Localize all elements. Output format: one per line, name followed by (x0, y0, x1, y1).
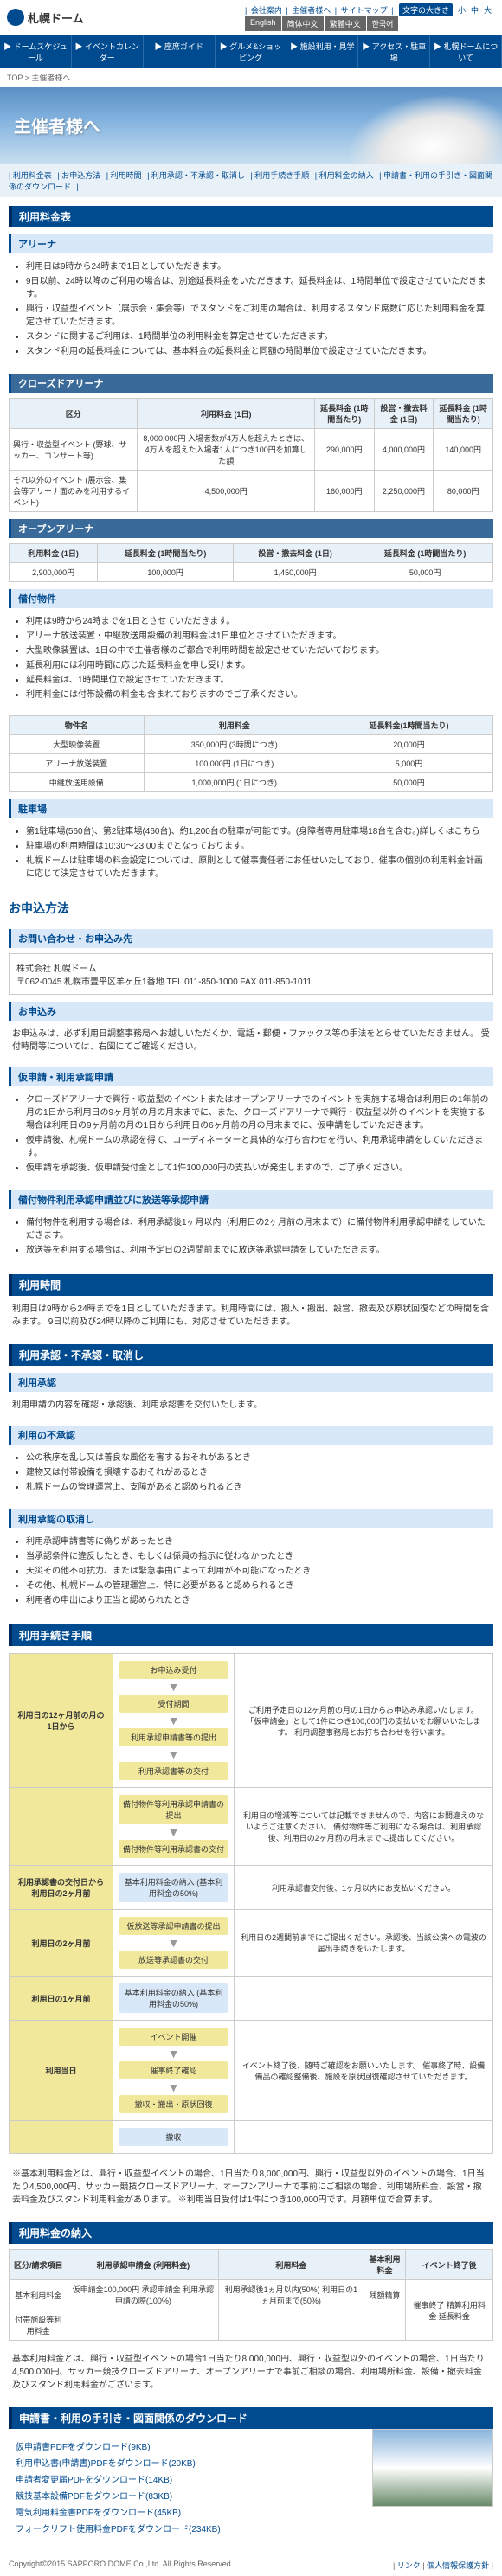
nav-gourmet[interactable]: ▶ グルメ&ショッピング (216, 35, 287, 68)
temp-title: 仮申請・利用承認申請 (9, 1067, 493, 1086)
arena-notes: 利用日は9時から24時まで1日としていただきます。9日以前、24時以降のご利用の… (26, 260, 490, 358)
flow-note: ※基本利用料金とは、興行・収益型イベントの場合、1日当たり8,000,000円、… (9, 2161, 493, 2214)
nav-schedule[interactable]: ▶ ドームスケジュール (0, 35, 72, 68)
dl-link-4[interactable]: 電気利用料金書PDFをダウンロード(45KB) (16, 2505, 357, 2518)
sec-fee: 利用料金表 (9, 206, 493, 227)
open-title: オープンアリーナ (9, 519, 493, 538)
link-sitemap[interactable]: サイトマップ (341, 6, 388, 15)
lang-sc[interactable]: 简体中文 (282, 16, 324, 31)
subnav: | 利用料金表 | お申込方法 | 利用時間 | 利用承認・不承認・取消し | … (0, 164, 502, 197)
arena-title: アリーナ (9, 234, 493, 253)
copyright: Copyright©2015 SAPPORO DOME Co.,Ltd. All… (9, 2560, 233, 2571)
subnav-fee[interactable]: 利用料金表 (13, 171, 52, 180)
approve-sub: 利用承認 (9, 1373, 493, 1392)
link-organizer[interactable]: 主催者様へ (292, 6, 331, 15)
dl-title: 申請書・利用の手引き・図面関係のダウンロード (9, 2407, 493, 2429)
cancel-sub: 利用承認の取消し (9, 1509, 493, 1528)
reject-sub: 利用の不承認 (9, 1426, 493, 1445)
font-med[interactable]: 中 (471, 4, 479, 16)
temp-notes: クローズドアリーナで興行・収益型のイベントまたはオープンアリーナでのイベントを実… (26, 1093, 490, 1175)
dome-photo (372, 2429, 493, 2507)
closed-title: クローズドアリーナ (9, 374, 493, 393)
annex-notes: 利用は9時から24時までを1日とさせていただきます。アリーナ放送装置・中継放送用… (26, 615, 490, 702)
dl-link-0[interactable]: 仮申請書PDFをダウンロード(9KB) (16, 2439, 357, 2452)
subnav-flow[interactable]: 利用手続き手順 (254, 171, 309, 180)
time-title: 利用時間 (9, 1274, 493, 1296)
approve-title: 利用承認・不承認・取消し (9, 1344, 493, 1366)
lang-tc[interactable]: 繁體中文 (325, 16, 366, 31)
payment-note: 基本利用料金とは、興行・収益型イベントの場合1日当たり8,000,000円、興行… (9, 2346, 493, 2399)
logo[interactable]: 札幌ドーム (7, 9, 84, 26)
logo-icon (7, 9, 24, 26)
reject-notes: 公の秩序を乱し又は善良な風俗を害するおそれがあるとき建物又は付帯設備を損壊するお… (26, 1451, 490, 1494)
payment-table: 区分/請求項目利用承認申請金 (利用料金)利用料金基本利用料金イベント終了後 基… (9, 2249, 493, 2341)
hero: 主催者様へ (0, 87, 502, 164)
footer-link-0[interactable]: リンク (397, 2561, 421, 2570)
nav-about[interactable]: ▶ 札幌ドームについて (430, 35, 502, 68)
contact-title: お問い合わせ・お申込み先 (9, 929, 493, 948)
approve-text: 利用申請の内容を確認・承認後、利用承認書を交付いたします。 (9, 1392, 493, 1419)
nav-access[interactable]: ▶ アクセス・駐車場 (358, 35, 430, 68)
payment-title: 利用料金の納入 (9, 2222, 493, 2244)
subnav-time[interactable]: 利用時間 (111, 171, 142, 180)
footer-link-1[interactable]: 個人情報保護方針 (427, 2561, 489, 2570)
breadcrumb: TOP > 主催者様へ (0, 68, 502, 87)
subnav-pay[interactable]: 利用料金の納入 (319, 171, 374, 180)
apply-text: お申込みは、必ず利用日調整事務局へお越しいただくか、電話・郵便・ファックス等の手… (9, 1021, 493, 1061)
font-large[interactable]: 大 (484, 4, 492, 16)
flow-title: 利用手続き手順 (9, 1624, 493, 1646)
lang-en[interactable]: English (245, 16, 281, 31)
lang-tabs: English 简体中文 繁體中文 한국어 (245, 16, 495, 31)
parking-notes: 第1駐車場(560台)、第2駐車場(460台)、約1,200台の駐車が可能です。… (26, 825, 490, 881)
nav-seat[interactable]: ▶ 座席ガイド (144, 35, 216, 68)
link-company[interactable]: 会社案内 (251, 6, 282, 15)
dl-link-1[interactable]: 利用申込書(申請書)PDFをダウンロード(20KB) (16, 2456, 357, 2469)
annex-apply-notes: 備付物件を利用する場合は、利用承認後1ヶ月以内（利用日の2ヶ月前の月末まで）に備… (26, 1216, 490, 1257)
dl-link-2[interactable]: 申請者変更届PDFをダウンロード(14KB) (16, 2472, 357, 2485)
parking-title: 駐車場 (9, 799, 493, 818)
lang-ko[interactable]: 한국어 (367, 16, 399, 31)
dl-link-3[interactable]: 競技基本設備PDFをダウンロード(83KB) (16, 2489, 357, 2502)
nav-facility[interactable]: ▶ 施設利用・見学 (286, 35, 358, 68)
font-small[interactable]: 小 (458, 4, 466, 16)
apply-sub: お申込み (9, 1002, 493, 1021)
apply-title: お申込方法 (9, 900, 493, 920)
dl-link-5[interactable]: フォークリフト使用料金PDFをダウンロード(234KB) (16, 2522, 357, 2534)
annex-title: 備付物件 (9, 589, 493, 608)
contact-box: 株式会社 札幌ドーム 〒062-0045 札幌市豊平区羊ヶ丘1番地 TEL 01… (9, 953, 493, 995)
main-nav: ▶ ドームスケジュール ▶ イベントカレンダー ▶ 座席ガイド ▶ グルメ&ショ… (0, 35, 502, 68)
logo-text: 札幌ドーム (28, 10, 84, 26)
page-title: 主催者様へ (14, 112, 100, 138)
open-table: 利用料金 (1日)延長料金 (1時間当たり)設営・撤去料金 (1日)延長料金 (… (9, 543, 493, 582)
cancel-notes: 利用承認申請書等に偽りがあったとき当承認条件に違反したとき、もしくは係員の指示に… (26, 1535, 490, 1607)
top-links: | 会社案内 | 主催者様へ | サイトマップ | 文字の大きさ 小 中 大 (245, 3, 495, 16)
nav-calendar[interactable]: ▶ イベントカレンダー (72, 35, 144, 68)
subnav-apply[interactable]: お申込方法 (61, 171, 100, 180)
time-text: 利用日は9時から24時までを1日としていただきます。利用時間には、搬入・搬出、設… (9, 1296, 493, 1336)
annex-apply-title: 備付物件利用承認申請並びに放送等承認申請 (9, 1190, 493, 1209)
closed-table: 区分利用料金 (1日)延長料金 (1時間当たり)設営・撤去料金 (1日)延長料金… (9, 398, 493, 512)
flow-table: 利用日の12ヶ月前の月の 1日から お申込み受付▼ 受付期間▼ 利用承認申請書等… (9, 1653, 493, 2154)
annex-table: 物件名利用料金延長料金(1時間当たり) 大型映像装置350,000円 (3時間に… (9, 715, 493, 792)
font-size-label: 文字の大きさ (399, 3, 453, 16)
subnav-approve[interactable]: 利用承認・不承認・取消し (151, 171, 245, 180)
